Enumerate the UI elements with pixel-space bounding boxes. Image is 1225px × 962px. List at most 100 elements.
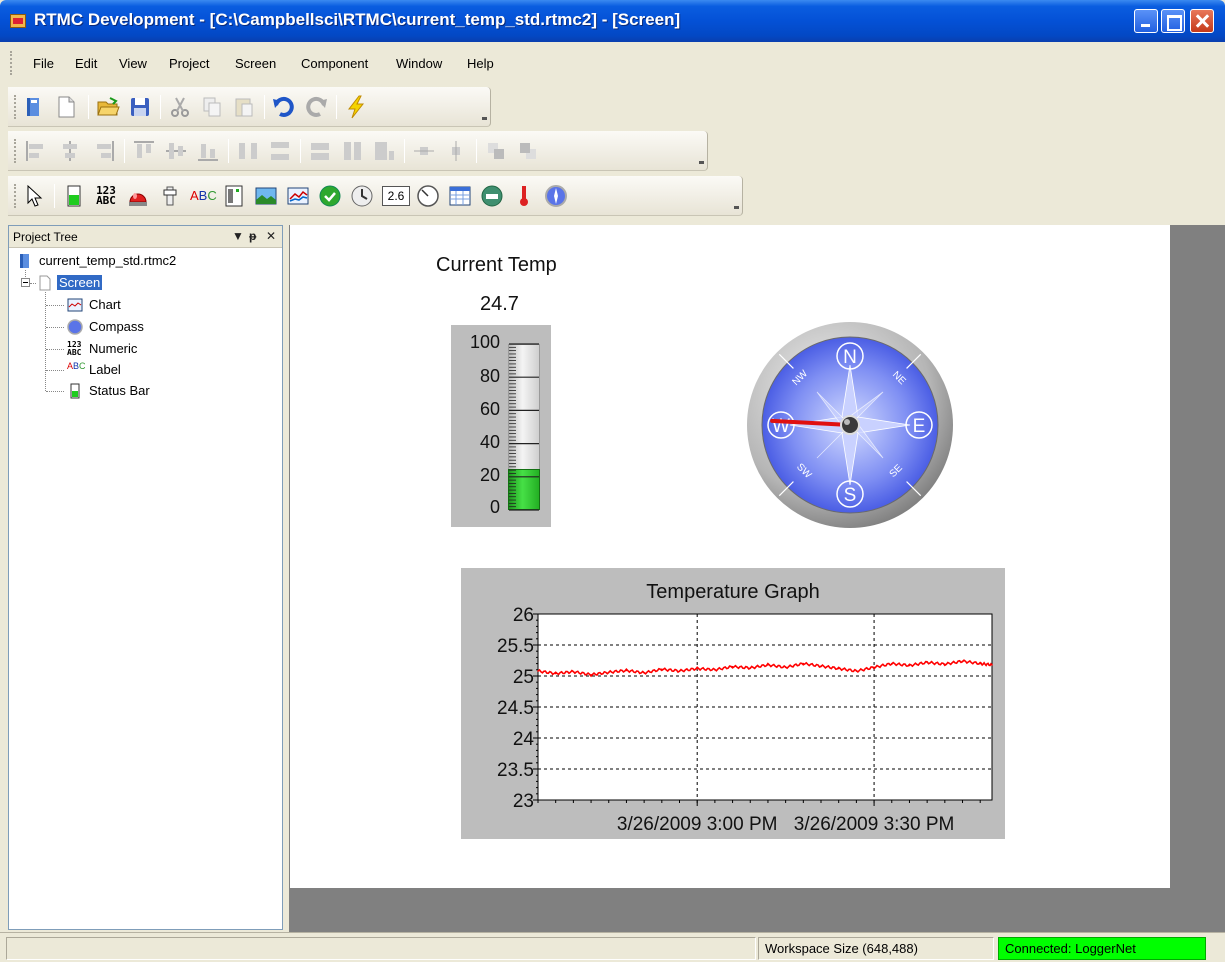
label-icon: ABC xyxy=(67,361,86,371)
status-bar-tick-label: 40 xyxy=(479,432,500,452)
status-bar-tick-label: 20 xyxy=(479,465,500,485)
menu-screen[interactable]: Screen xyxy=(235,56,276,71)
align-right-icon[interactable] xyxy=(92,139,116,163)
gauge-icon[interactable] xyxy=(416,184,440,208)
compass-hub xyxy=(840,415,860,435)
compass-component[interactable]: N E S W NE SE SW NW xyxy=(745,320,955,530)
toolbar-grip[interactable] xyxy=(14,184,17,208)
minimize-button[interactable] xyxy=(1134,9,1158,33)
center-vertical-icon[interactable] xyxy=(444,139,468,163)
same-height-icon[interactable] xyxy=(340,139,364,163)
menu-component[interactable]: Component xyxy=(301,56,368,71)
save-icon[interactable] xyxy=(128,95,152,119)
chart-point xyxy=(607,671,610,674)
chart-point xyxy=(590,673,592,676)
panel-close-button[interactable]: ✕ xyxy=(266,229,276,243)
close-button[interactable] xyxy=(1190,9,1214,33)
chart-point xyxy=(802,662,805,665)
indicator-icon[interactable] xyxy=(318,184,342,208)
same-width-icon[interactable] xyxy=(308,139,332,163)
compass-icon[interactable] xyxy=(544,184,568,208)
toolbar-grip[interactable] xyxy=(14,139,17,163)
chart-y-tick-label: 23 xyxy=(513,791,534,812)
same-size-icon[interactable] xyxy=(372,139,396,163)
title-bar: RTMC Development - [C:\Campbellsci\RTMC\… xyxy=(0,0,1225,42)
chart-point xyxy=(944,663,946,666)
image-icon[interactable] xyxy=(254,184,278,208)
cut-icon[interactable] xyxy=(168,95,192,119)
menu-grip[interactable] xyxy=(10,51,13,75)
bring-front-icon[interactable] xyxy=(484,139,508,163)
menu-help[interactable]: Help xyxy=(467,56,494,71)
chart-y-tick-label: 25.5 xyxy=(497,636,534,657)
open-icon[interactable] xyxy=(96,95,120,119)
alarm-icon[interactable] xyxy=(126,184,150,208)
table-icon[interactable] xyxy=(448,184,472,208)
numeric-icon: 123 ABC xyxy=(67,340,82,357)
align-center-icon[interactable] xyxy=(58,139,82,163)
menu-edit[interactable]: Edit xyxy=(75,56,97,71)
project-tree-header: Project Tree ▼ ᵽ ✕ xyxy=(9,226,282,248)
toolbar-grip[interactable] xyxy=(14,95,17,119)
center-horizontal-icon[interactable] xyxy=(412,139,436,163)
numeric-display-icon[interactable]: 2.6 xyxy=(382,186,410,206)
menu-file[interactable]: File xyxy=(33,56,54,71)
align-bottom-icon[interactable] xyxy=(196,139,220,163)
align-left-icon[interactable] xyxy=(24,139,48,163)
tree-collapse-toggle[interactable] xyxy=(21,278,30,287)
numeric-icon[interactable]: 123 ABC xyxy=(94,184,118,208)
digital-icon[interactable] xyxy=(222,184,246,208)
panel-dropdown-button[interactable]: ▼ xyxy=(232,229,244,243)
status-bar-tick-label: 0 xyxy=(489,497,500,517)
pin-button[interactable]: ᵽ xyxy=(249,229,256,243)
chart-point xyxy=(767,664,769,666)
switch-icon[interactable] xyxy=(158,184,182,208)
chart-point xyxy=(926,661,928,664)
numeric-component[interactable]: 24.7 xyxy=(480,293,519,316)
chart-icon[interactable] xyxy=(286,184,310,208)
run-icon[interactable] xyxy=(344,95,368,119)
undo-icon[interactable] xyxy=(272,95,296,119)
chart-point xyxy=(625,669,628,672)
odometer-icon[interactable] xyxy=(480,184,504,208)
paste-icon[interactable] xyxy=(232,95,256,119)
chart-point xyxy=(714,669,716,671)
label-component[interactable]: Current Temp xyxy=(436,254,557,277)
new-project-icon[interactable] xyxy=(22,95,46,119)
status-bar-icon[interactable] xyxy=(62,184,86,208)
connection-status: Connected: LoggerNet xyxy=(998,937,1206,960)
align-top-icon[interactable] xyxy=(132,139,156,163)
label-icon[interactable]: ABC xyxy=(190,184,217,208)
chart-point xyxy=(873,666,875,669)
space-horizontal-icon[interactable] xyxy=(236,139,260,163)
chart-point xyxy=(908,664,911,667)
menu-view[interactable]: View xyxy=(119,56,147,71)
workspace-size: Workspace Size (648,488) xyxy=(758,937,994,960)
status-bar-tick-label: 100 xyxy=(469,332,500,352)
space-vertical-icon[interactable] xyxy=(268,139,292,163)
maximize-button[interactable] xyxy=(1161,9,1185,33)
pointer-icon[interactable] xyxy=(22,184,46,208)
screen-icon xyxy=(39,275,51,291)
align-middle-icon[interactable] xyxy=(164,139,188,163)
status-bar: Workspace Size (648,488) Connected: Logg… xyxy=(0,932,1225,962)
chart-point xyxy=(820,665,822,667)
chart-point xyxy=(991,664,993,666)
chart-point xyxy=(731,665,734,668)
redo-icon[interactable] xyxy=(304,95,328,119)
menu-project[interactable]: Project xyxy=(169,56,209,71)
send-back-icon[interactable] xyxy=(516,139,540,163)
chart-y-tick-label: 24.5 xyxy=(497,698,534,719)
thermometer-icon[interactable] xyxy=(512,184,536,208)
chart-point xyxy=(572,670,575,673)
chart-point xyxy=(837,667,840,670)
new-screen-icon[interactable] xyxy=(54,95,78,119)
chart-point xyxy=(890,662,893,665)
copy-icon[interactable] xyxy=(200,95,224,119)
status-bar-icon xyxy=(70,383,80,399)
menu-window[interactable]: Window xyxy=(396,56,442,71)
status-bar-scale xyxy=(509,343,539,511)
clock-icon[interactable] xyxy=(350,184,374,208)
chart-y-tick-label: 26 xyxy=(513,605,534,626)
chart-icon xyxy=(67,298,83,312)
